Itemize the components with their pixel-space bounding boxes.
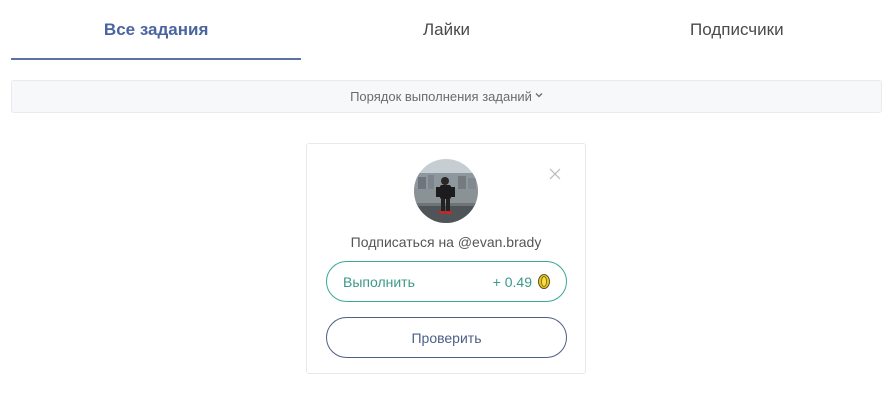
tab-followers[interactable]: Подписчики [592,0,882,60]
check-task-button[interactable]: Проверить [326,317,567,358]
chevron-down-icon [535,90,543,101]
do-task-label: Выполнить [343,273,415,290]
task-order-label: Порядок выполнения заданий [350,89,532,104]
tab-all-tasks[interactable]: Все задания [11,0,302,60]
tab-label: Все задания [103,20,209,39]
task-description: Подписаться на @evan.brady [350,234,542,250]
task-card: Подписаться на @evan.brady Выполнить + 0… [306,143,586,374]
close-icon[interactable] [547,166,563,182]
do-task-button[interactable]: Выполнить + 0.49 [326,261,567,302]
reward-amount: + 0.49 [492,273,532,290]
tab-likes[interactable]: Лайки [301,0,591,60]
check-task-label: Проверить [411,329,482,346]
reward: + 0.49 [493,274,550,290]
coin-icon [538,274,550,289]
avatar [414,159,478,223]
tab-label: Подписчики [690,20,784,39]
tab-label: Лайки [422,20,471,39]
task-order-dropdown[interactable]: Порядок выполнения заданий [11,80,882,113]
task-tabs: Все задания Лайки Подписчики [11,0,882,60]
